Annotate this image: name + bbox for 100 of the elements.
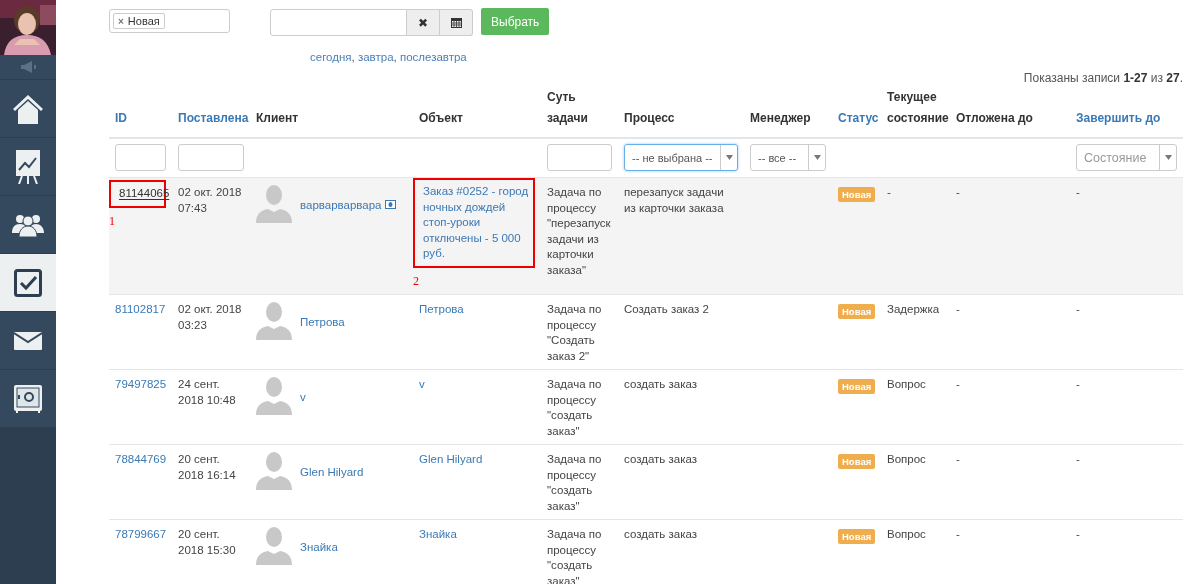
column-header: Суть задачи xyxy=(547,90,588,125)
sidebar-item[interactable] xyxy=(0,80,56,138)
calendar-icon xyxy=(450,17,462,28)
postponed-date: - xyxy=(956,528,960,540)
calendar-button[interactable] xyxy=(440,9,473,36)
object-link[interactable]: Заказ #0252 - город ночных дождей стоп-уроки отключены - 5 000 руб. xyxy=(423,184,530,262)
select-button[interactable]: Выбрать xyxy=(481,8,550,35)
object-link[interactable]: v xyxy=(419,377,535,393)
safe-icon xyxy=(14,384,42,413)
home-icon xyxy=(12,93,44,124)
task-summary: Задача по процессу "создать заказ" xyxy=(547,378,602,437)
created-date: 02 окт. 2018 07:43 xyxy=(178,186,242,214)
annotation-number: 1 xyxy=(109,213,115,229)
column-header[interactable]: Завершить до xyxy=(1076,111,1161,125)
date-link[interactable]: послезавтра xyxy=(399,51,467,63)
task-summary: Задача по процессу "Создать заказ 2" xyxy=(547,303,602,362)
avatar-icon xyxy=(256,377,292,415)
process-name: Создать заказ 2 xyxy=(624,303,709,315)
sidebar-item[interactable] xyxy=(0,138,56,196)
deadline-date: - xyxy=(1076,528,1080,540)
status-badge: Новая xyxy=(838,304,876,319)
current-state: Вопрос xyxy=(887,528,926,540)
sidebar-item[interactable] xyxy=(0,196,56,254)
filter-dropdown[interactable]: -- все -- xyxy=(750,144,826,171)
column-header: Текущее состояние xyxy=(887,90,949,125)
filter-field[interactable] xyxy=(178,144,244,171)
column-header: Менеджер xyxy=(750,111,811,125)
people-icon xyxy=(12,212,44,237)
avatar-icon xyxy=(256,185,292,223)
task-id-link[interactable]: 78844769 xyxy=(115,453,167,465)
filter-dropdown[interactable]: -- не выбрана -- xyxy=(624,144,738,171)
postponed-date: - xyxy=(956,303,960,315)
column-header: Отложена до xyxy=(956,111,1033,125)
filter-field[interactable] xyxy=(115,144,166,171)
sidebar-item[interactable] xyxy=(0,370,56,428)
comma-text: , xyxy=(351,51,355,63)
date-link[interactable]: завтра xyxy=(357,51,394,63)
date-link[interactable]: сегодня xyxy=(310,51,352,63)
megaphone-icon xyxy=(19,61,37,73)
created-date: 20 сент. 2018 15:30 xyxy=(178,528,236,556)
task-summary: Задача по процессу "перезапуск задачи из карточки заказа" xyxy=(547,186,611,276)
avatar-icon xyxy=(256,527,292,565)
chart-icon xyxy=(16,149,40,184)
column-header[interactable]: ID xyxy=(115,111,127,125)
remove-tag-button[interactable]: × xyxy=(118,15,124,27)
current-state: Вопрос xyxy=(887,378,926,390)
caret-icon xyxy=(813,155,821,160)
task-summary: Задача по процессу "создать заказ" xyxy=(547,528,602,584)
sidebar-item[interactable] xyxy=(0,312,56,370)
deadline-date: - xyxy=(1076,378,1080,390)
column-header[interactable]: Статус xyxy=(838,111,879,125)
caret-icon xyxy=(1164,155,1172,160)
deadline-date: - xyxy=(1076,303,1080,315)
annotation-number: 2 xyxy=(413,273,419,289)
deadline-date: - xyxy=(1076,186,1080,198)
task-id-link[interactable]: 79497825 xyxy=(115,378,167,390)
avatar-icon xyxy=(256,452,292,490)
process-name: создать заказ xyxy=(624,528,697,540)
postponed-date: - xyxy=(956,186,960,198)
client-link[interactable]: Петрова xyxy=(300,316,345,328)
process-name: создать заказ xyxy=(624,378,697,390)
created-date: 20 сент. 2018 16:14 xyxy=(178,453,236,481)
column-header[interactable]: Поставлена xyxy=(178,111,249,125)
task-id-link[interactable]: 81102817 xyxy=(115,303,166,315)
process-name: перезапуск задачи из карточки заказа xyxy=(624,186,724,214)
column-header: Объект xyxy=(419,111,463,125)
client-link[interactable]: Знайка xyxy=(300,541,338,553)
avatar-icon xyxy=(256,302,292,340)
status-field[interactable]: × Новая xyxy=(109,9,230,33)
column-header: Процесс xyxy=(624,111,675,125)
current-state: Вопрос xyxy=(887,453,926,465)
tag-label: Новая xyxy=(127,15,160,27)
postponed-date: - xyxy=(956,378,960,390)
postponed-date: - xyxy=(956,453,960,465)
status-badge: Новая xyxy=(838,529,876,544)
date-field[interactable] xyxy=(270,9,407,36)
object-link[interactable]: Петрова xyxy=(419,302,535,318)
object-link[interactable]: Знайка xyxy=(419,527,535,543)
object-link[interactable]: Glen Hilyard xyxy=(419,452,535,468)
process-name: создать заказ xyxy=(624,453,697,465)
filter-field[interactable] xyxy=(547,144,612,171)
deadline-date: - xyxy=(1076,453,1080,465)
sidebar-item[interactable] xyxy=(0,254,56,312)
status-badge: Новая xyxy=(838,454,876,469)
filter-dropdown[interactable]: Состояние xyxy=(1076,144,1177,171)
client-link[interactable]: варварварвара xyxy=(300,199,382,211)
current-state: Задержка xyxy=(887,303,940,315)
banknote-icon xyxy=(384,200,396,209)
client-link[interactable]: Glen Hilyard xyxy=(300,466,364,478)
checkbox-icon xyxy=(14,268,42,297)
task-id-link[interactable]: 78799667 xyxy=(115,528,167,540)
created-date: 24 сент. 2018 10:48 xyxy=(178,378,236,406)
comma-text: , xyxy=(393,51,397,63)
current-state: - xyxy=(887,186,891,198)
caret-icon xyxy=(725,155,733,160)
clear-button[interactable]: ✖ xyxy=(407,9,440,36)
status-badge: Новая xyxy=(838,187,876,202)
column-header: Клиент xyxy=(256,111,299,125)
client-link[interactable]: v xyxy=(300,391,306,403)
mail-icon xyxy=(14,331,42,350)
